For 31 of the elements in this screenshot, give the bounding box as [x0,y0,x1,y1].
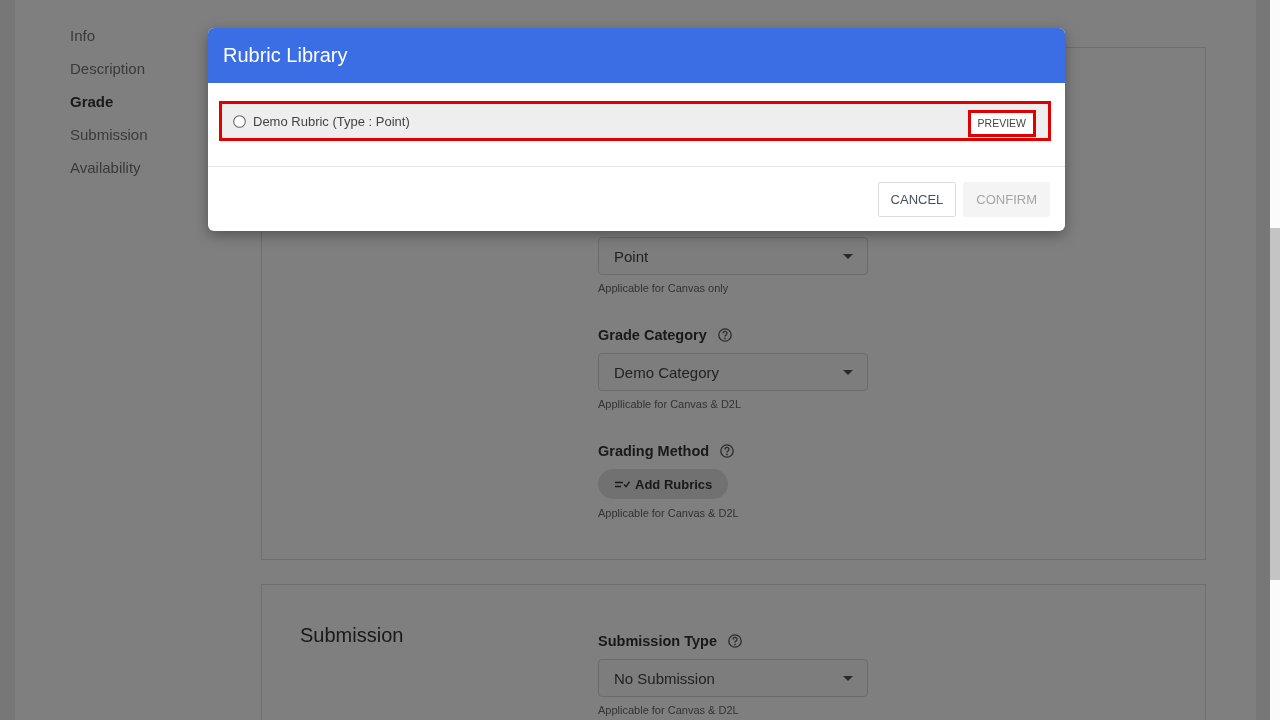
help-icon [720,444,735,458]
field-label: Submission Type [598,632,717,651]
dialog-title: Rubric Library [223,44,348,67]
preview-button[interactable]: PREVIEW [967,109,1036,137]
select-field[interactable]: No Submission [598,659,868,697]
rubric-row[interactable]: Demo Rubric (Type : Point) PREVIEW [219,101,1051,141]
section-title: Submission [300,623,404,647]
scrollbar-thumb[interactable] [1270,228,1280,580]
add-rubrics-button[interactable]: Add Rubrics [598,469,729,499]
sidebar-item[interactable]: Grade [70,85,114,118]
sidebar-item[interactable]: Submission [70,118,148,151]
list-check-icon [615,479,630,489]
cancel-button[interactable]: CANCEL [877,182,957,217]
help-icon [728,634,742,648]
caret-icon [843,369,853,375]
helper-text: Appllicable for Canvas & D2L [598,397,742,411]
sidebar-item[interactable]: Description [70,52,146,85]
rubric-label: Demo Rubric (Type : Point) [253,113,410,129]
caret-icon [843,675,853,681]
sidebar-item[interactable]: Availability [70,151,141,184]
helper-text: Applicable for Canvas & D2L [598,703,739,717]
helper-text: Applicable for Canvas & D2L [598,506,739,520]
sidebar-item[interactable]: Info [70,19,96,52]
field-label: Grade Category [598,326,707,345]
select-field[interactable]: Demo Category [598,353,868,391]
helper-text: Applicable for Canvas only [598,281,729,295]
help-icon [717,328,732,342]
radio-button[interactable] [233,114,246,128]
caret-icon [843,253,853,259]
select-field[interactable]: Point [598,237,868,275]
field-label: Grading Method [598,442,710,461]
